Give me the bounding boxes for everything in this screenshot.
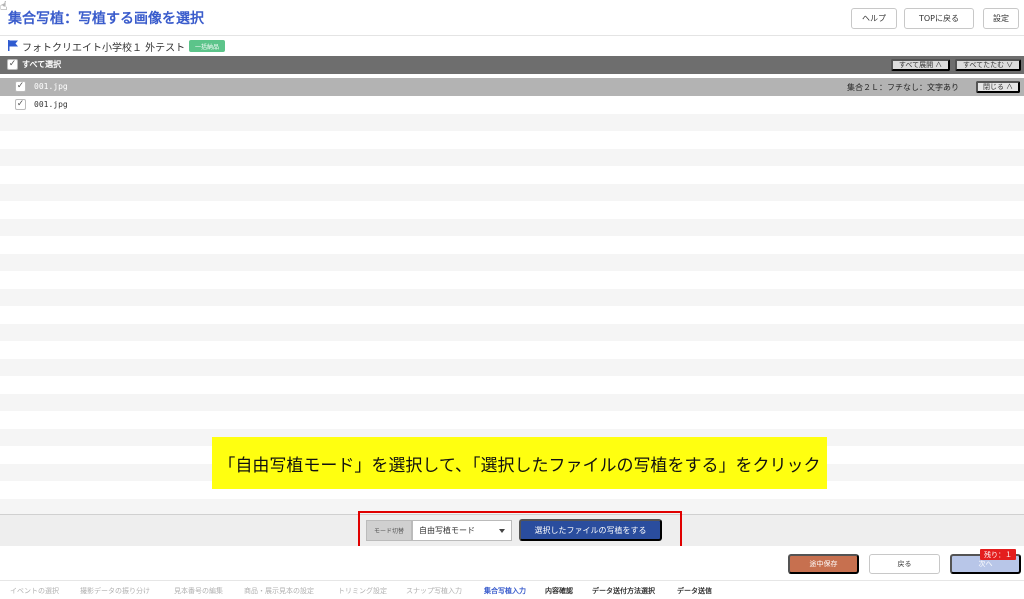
select-all-checkbox[interactable]: ✓ xyxy=(7,59,18,70)
print-spec: 集合２Ｌ：フチなし：文字あり xyxy=(847,83,959,92)
select-all-label: すべて選択 xyxy=(22,60,62,69)
expand-all-button[interactable]: すべて展開 ∧ xyxy=(891,59,950,71)
caret-down-icon xyxy=(499,529,505,533)
file-name: 001.jpg xyxy=(34,100,68,109)
instruction-callout: 「自由写植モード」を選択して、「選択したファイルの写植をする」をクリック xyxy=(212,437,827,489)
page-header: ☝ 集合写植：写植する画像を選択 ヘルプ TOPに戻る 設定 xyxy=(0,0,1024,36)
file-group-checkbox[interactable]: ✓ xyxy=(15,81,26,92)
help-button[interactable]: ヘルプ xyxy=(851,8,897,29)
settings-button[interactable]: 設定 xyxy=(983,8,1019,29)
flag-icon xyxy=(8,40,18,51)
step-snap-typesetting: スナップ写植入力 xyxy=(406,587,462,595)
collapse-all-button[interactable]: すべてたたむ ∨ xyxy=(955,59,1021,71)
file-checkbox[interactable]: ✓ xyxy=(15,99,26,110)
back-button[interactable]: 戻る xyxy=(869,554,940,574)
step-group-typesetting: 集合写植入力 xyxy=(484,587,526,595)
apply-typesetting-button[interactable]: 選択したファイルの写植をする xyxy=(519,519,662,541)
mouse-cursor-icon: ☝ xyxy=(0,0,8,13)
step-sample-number: 見本番号の編集 xyxy=(174,587,223,595)
file-group-row[interactable]: ✓ 001.jpg 集合２Ｌ：フチなし：文字あり 閉じる ∧ xyxy=(0,78,1024,96)
mode-switch-label: モード切替 xyxy=(366,520,412,541)
step-delivery-method: データ送付方法選択 xyxy=(592,587,655,595)
mode-select-value: 自由写植モード xyxy=(419,526,475,535)
project-bar: フォトクリエイト小学校１ 外テスト 一括納品 xyxy=(0,36,1024,56)
file-group-name: 001.jpg xyxy=(34,82,68,91)
top-button[interactable]: TOPに戻る xyxy=(904,8,974,29)
select-all-bar: ✓ すべて選択 すべて展開 ∧ すべてたたむ ∨ xyxy=(0,56,1024,74)
page-title: 集合写植：写植する画像を選択 xyxy=(8,11,204,27)
step-event-select: イベントの選択 xyxy=(10,587,59,595)
step-content-check: 内容確認 xyxy=(545,587,573,595)
step-product-setting: 商品・展示見本の設定 xyxy=(244,587,314,595)
file-row[interactable]: ✓ 001.jpg xyxy=(0,96,1024,114)
remaining-badge: 残り：１ xyxy=(980,549,1016,560)
save-draft-button[interactable]: 途中保存 xyxy=(788,554,859,574)
mode-select[interactable]: 自由写植モード xyxy=(412,520,512,541)
step-data-send: データ送信 xyxy=(677,587,712,595)
step-data-sorting: 撮影データの振り分け xyxy=(80,587,150,595)
delivery-badge: 一括納品 xyxy=(189,40,226,52)
step-trimming: トリミング設定 xyxy=(338,587,387,595)
project-name: フォトクリエイト小学校１ 外テスト xyxy=(22,43,186,54)
step-navigation: イベントの選択 撮影データの振り分け 見本番号の編集 商品・展示見本の設定 トリ… xyxy=(0,580,1024,599)
close-group-button[interactable]: 閉じる ∧ xyxy=(976,81,1020,93)
